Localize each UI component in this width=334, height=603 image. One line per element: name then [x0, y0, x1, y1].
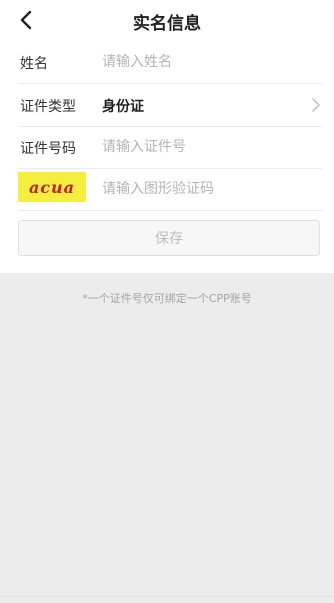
page-title: 实名信息 [133, 14, 201, 34]
notice-text: *一个证件号仅可绑定一个CPP账号 [82, 292, 252, 305]
id-number-row: 证件号码 [18, 126, 322, 169]
id-number-input[interactable] [102, 137, 302, 157]
captcha-image[interactable]: acua [18, 172, 86, 202]
captcha-text: acua [28, 177, 76, 197]
captcha-row: acua [18, 168, 322, 211]
save-button[interactable]: 保存 [18, 220, 320, 256]
id-number-label: 证件号码 [20, 141, 76, 157]
chevron-right-icon [312, 98, 320, 112]
form-panel: 实名信息 姓名 证件类型 身份证 证件号码 acua 保存 [0, 0, 334, 273]
name-label: 姓名 [20, 56, 48, 72]
divider [0, 596, 334, 597]
name-input[interactable] [102, 52, 302, 72]
real-name-info-screen: 实名信息 姓名 证件类型 身份证 证件号码 acua 保存 *一个证件号仅可绑定… [0, 0, 334, 603]
name-row: 姓名 [18, 41, 322, 84]
captcha-input[interactable] [102, 179, 302, 199]
id-type-label: 证件类型 [20, 99, 76, 115]
id-type-row[interactable]: 证件类型 身份证 [18, 84, 322, 127]
id-type-value: 身份证 [102, 99, 144, 115]
nav-bar: 实名信息 [0, 0, 334, 40]
